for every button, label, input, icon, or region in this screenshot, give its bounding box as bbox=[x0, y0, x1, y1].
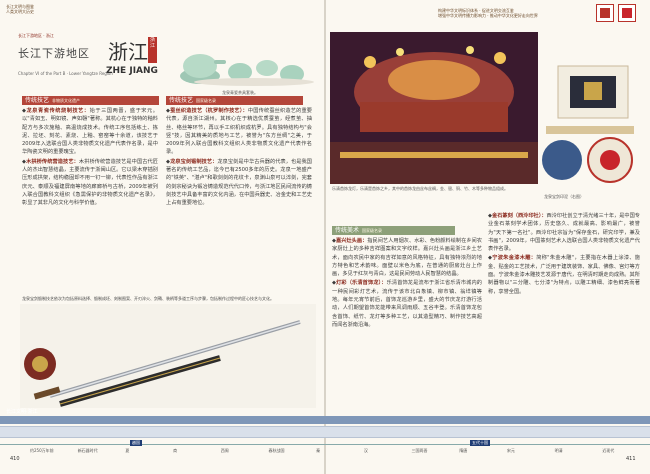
timeline-bar bbox=[0, 416, 650, 424]
timeline-chip: 五代十国 bbox=[470, 440, 490, 446]
timeline-label: 明清 bbox=[554, 448, 563, 453]
timeline-title: 长江文明·浙江 bbox=[6, 409, 38, 415]
province-title: 浙江 bbox=[108, 40, 148, 64]
list-item: ◆龙泉青瓷传统烧制技艺：始于三国两晋，盛于宋元。以"青如玉、明如镜、声如磬"著称… bbox=[22, 108, 158, 156]
right-header: 构建中华文明标识体系 · 促进文明交流互鉴 增强中华文明传播力影响力 · 推动中… bbox=[438, 8, 538, 18]
logo-icon bbox=[596, 4, 614, 22]
timeline-label: 春秋战国 bbox=[268, 448, 285, 453]
section-heading: 传统技艺 非物质文化遗产 bbox=[22, 96, 159, 105]
header-line: 人类文明大历史 bbox=[6, 9, 34, 14]
left-header: 长江文明与图鉴 人类文明大历史 bbox=[6, 4, 34, 14]
section-heading: 传统技艺 国家级名录 bbox=[166, 96, 303, 105]
list-item: ◆金石篆刻（西泠印社）：西泠印社创立于清光绪三十年，是中国专业金石篆刻学术团体，… bbox=[488, 213, 640, 253]
timeline-line bbox=[0, 444, 650, 445]
timeline-label: 新石器时代 bbox=[77, 448, 98, 453]
title-kicker: 长江下游地区 · 浙江 bbox=[18, 33, 54, 38]
timeline-label: 约250万年前 bbox=[30, 448, 54, 453]
tea-set-image bbox=[170, 44, 316, 88]
page-number-left: 410 bbox=[10, 456, 20, 462]
region-tag: 浙江 bbox=[148, 37, 157, 63]
timeline-track bbox=[0, 426, 650, 438]
dragon-lantern-image bbox=[330, 32, 538, 184]
right-left-column: ◆嘉兴灶头画：指民间艺人用烟灰、水彩、色粉颜料绘制在乡间农家厨灶上的多种吉祥图案… bbox=[332, 237, 482, 330]
timeline-label: 夏 bbox=[125, 448, 130, 453]
right-page: 构建中华文明标识体系 · 促进文明交流互鉴 增强中华文明传播力影响力 · 推动中… bbox=[326, 0, 650, 474]
seal-box-image bbox=[540, 64, 640, 192]
region-name: 长江下游地区 bbox=[18, 47, 90, 60]
chapter-en: Chapter VI of the Part B · Lower Yangtze… bbox=[18, 71, 113, 76]
timeline-label: 隋唐 bbox=[459, 448, 468, 453]
timeline-label: 三国两晋 bbox=[411, 448, 428, 453]
sword-caption: 龙泉宝剑锻制技艺依次为包括原料选择、锻制成坯、刻制图案、开刃淬火、剑鞘、装柄等多… bbox=[22, 296, 274, 301]
list-item: ◆木拱桥传统营造技艺：木拱桥传统营造技艺是中国古代匠人的杰出智慧结晶，主要流传于… bbox=[22, 158, 158, 207]
timeline-label: 商 bbox=[173, 448, 178, 453]
flag-icon bbox=[618, 4, 636, 22]
list-item: ◆灯彩（乐清首饰龙）：乐清首饰龙是流布于浙江省乐清市城内的一种民间彩灯艺术，流传… bbox=[332, 280, 482, 328]
list-item: ◆龙泉宝剑锻制技艺：龙泉宝剑是中华古兵器的代表，也是我国著名的传统工艺品，迄今已… bbox=[166, 158, 312, 207]
list-item: ◆蚕丝织造技艺（杭罗制作技艺）：中国传统蚕丝织造艺的重要代表，源自浙江湖州。其核… bbox=[166, 108, 312, 156]
timeline-label: 汉 bbox=[363, 448, 368, 453]
list-item: ◆宁波朱金漆木雕：简称"朱金木雕"，主要指在木器上涂漆、施金、贴金的工艺技术，广… bbox=[488, 255, 640, 295]
tea-set-caption: 龙泉青瓷茶具套装。 bbox=[222, 90, 258, 95]
page-number-right: 411 bbox=[626, 456, 636, 462]
seal-caption: 龙泉宝剑印泥（右图） bbox=[544, 194, 584, 199]
middle-column: ◆蚕丝织造技艺（杭罗制作技艺）：中国传统蚕丝织造艺的重要代表，源自浙江湖州。其核… bbox=[166, 107, 312, 209]
left-page: 长江文明与图鉴 人类文明大历史 长江下游地区 · 浙江 长江下游地区 浙江 浙江… bbox=[0, 0, 324, 474]
timeline-label: 秦 bbox=[316, 448, 321, 453]
header-line: 增强中华文明传播力影响力 · 推动中华文化更好走向世界 bbox=[438, 13, 538, 18]
section-heading: 传统美术 国家级名录 bbox=[332, 226, 455, 235]
timeline: 长江文明·浙江 越国 五代十国 约250万年前 新石器时代 夏 商 西周 春秋战国 秦 汉 三国… bbox=[0, 408, 650, 474]
timeline-label: 宋元 bbox=[506, 448, 515, 453]
province-en: ZHE JIANG bbox=[106, 66, 158, 76]
timeline-chip: 越国 bbox=[130, 440, 142, 446]
timeline-label: 近现代 bbox=[602, 448, 615, 453]
list-item: ◆嘉兴灶头画：指民间艺人用烟灰、水彩、色粉颜料绘制在乡间农家厨灶上的多种吉祥图案… bbox=[332, 238, 482, 278]
sword-image bbox=[20, 304, 316, 408]
timeline-label: 西周 bbox=[220, 448, 229, 453]
right-right-column: ◆金石篆刻（西泠印社）：西泠印社创立于清光绪三十年，是中国专业金石篆刻学术团体，… bbox=[488, 212, 640, 297]
left-column: ◆龙泉青瓷传统烧制技艺：始于三国两晋，盛于宋元。以"青如玉、明如镜、声如磬"著称… bbox=[22, 107, 158, 209]
lantern-caption: 乐清首饰龙灯，乐清是首饰之乡，其中的首饰龙由丝布丝绸，金、银、铜、竹、木等多种物… bbox=[332, 186, 508, 191]
chapter-title: 长江下游地区 · 浙江 长江下游地区 浙江 浙江 Chapter VI of t… bbox=[18, 33, 166, 81]
